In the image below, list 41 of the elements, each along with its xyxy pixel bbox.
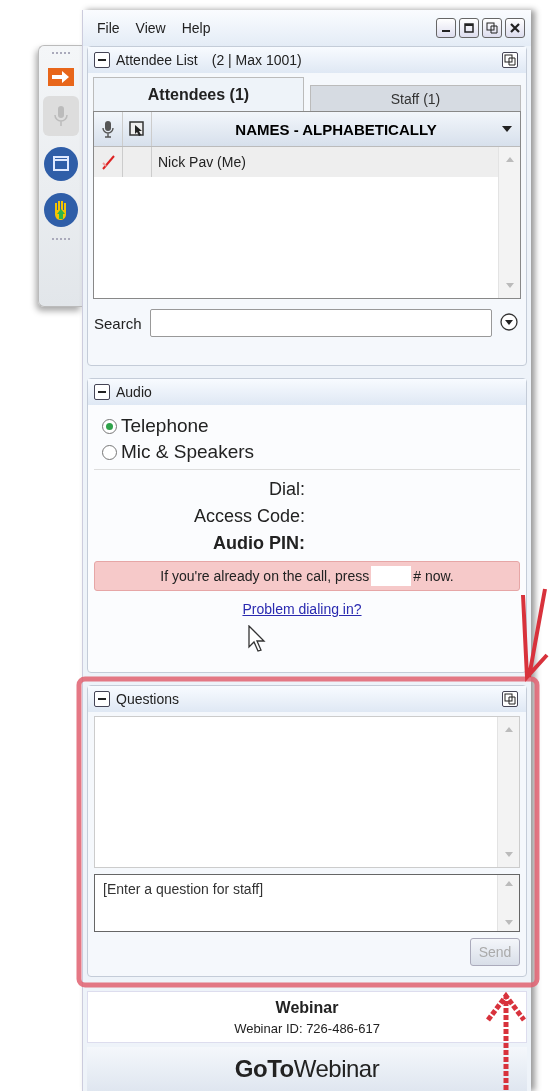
search-field[interactable] (149, 309, 492, 337)
close-icon[interactable] (505, 18, 525, 38)
notice-text: # now. (413, 568, 454, 584)
tab[interactable]: Attendees (1) (93, 77, 304, 111)
tab[interactable]: Staff (1) (310, 85, 521, 111)
screen-icon[interactable] (42, 146, 79, 182)
menu-item[interactable]: View (135, 20, 166, 36)
menu-item[interactable]: Help (181, 20, 211, 36)
option-label: Mic & Speakers (121, 441, 255, 463)
caret-icon (502, 126, 512, 132)
attendee-count: (2 | Max 1001) (211, 52, 302, 68)
radio-button[interactable] (102, 418, 117, 434)
menu-item[interactable]: File (97, 20, 120, 36)
muted-microphone-icon[interactable] (101, 154, 115, 170)
pointer-icon (248, 625, 266, 653)
panel-title: Questions (116, 691, 180, 707)
collapse-icon[interactable] (94, 52, 110, 68)
search-label: Search (94, 314, 142, 332)
option-label: Telephone (121, 415, 209, 437)
raise-hand-icon[interactable] (42, 192, 79, 228)
logo: GoToWebinar (234, 1055, 380, 1083)
radio-button[interactable] (102, 444, 117, 460)
arrow-icon[interactable] (47, 68, 74, 86)
webinar-id: Webinar ID: 726-486-617 (234, 1020, 380, 1036)
help-link[interactable]: Problem dialing in? (242, 601, 362, 617)
field-label: Audio PIN: (213, 532, 305, 555)
field-label: Access Code: (193, 505, 305, 528)
notice-text: If you're already on the call, press (160, 568, 370, 584)
panel-title: Attendee List (116, 52, 198, 68)
dropdown-icon[interactable] (500, 313, 520, 333)
minimize-icon[interactable] (436, 18, 456, 38)
collapse-icon[interactable] (94, 384, 110, 400)
field-label: Dial: (269, 478, 305, 501)
maximize-icon[interactable] (459, 18, 479, 38)
redaction-patch (371, 566, 412, 586)
pop-out-icon[interactable] (502, 52, 518, 68)
restore-icon[interactable] (482, 18, 502, 38)
collapse-icon[interactable] (94, 691, 110, 707)
panel-title: Audio (116, 384, 152, 400)
pop-out-icon[interactable] (502, 691, 518, 707)
webinar-title: Webinar (275, 998, 339, 1017)
